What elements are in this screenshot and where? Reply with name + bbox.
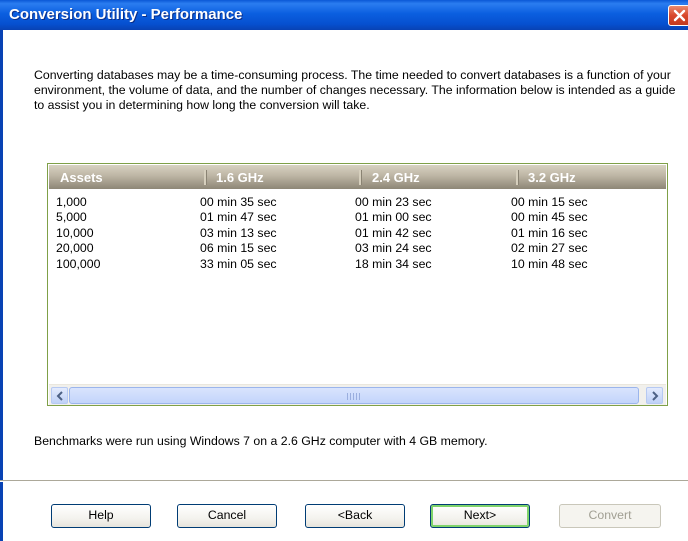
list-header: Assets 1.6 GHz 2.4 GHz 3.2 GHz <box>49 165 666 189</box>
cell-assets: 5,000 <box>56 210 87 225</box>
cell-2-4ghz: 03 min 24 sec <box>355 241 432 256</box>
back-button[interactable]: <Back <box>305 504 405 528</box>
cell-1-6ghz: 03 min 13 sec <box>200 225 277 240</box>
horizontal-scrollbar[interactable] <box>49 384 666 405</box>
cell-3-2ghz: 00 min 15 sec <box>511 195 588 209</box>
cell-1-6ghz: 06 min 15 sec <box>200 241 277 256</box>
window-frame-edge <box>0 30 3 541</box>
close-icon <box>673 9 686 22</box>
intro-text: Converting databases may be a time-consu… <box>34 68 676 112</box>
benchmark-note: Benchmarks were run using Windows 7 on a… <box>34 434 488 448</box>
cell-1-6ghz: 01 min 47 sec <box>200 210 277 225</box>
cell-3-2ghz: 01 min 16 sec <box>511 225 588 240</box>
chevron-right-icon <box>652 391 659 401</box>
table-row[interactable]: 5,000 01 min 47 sec 01 min 00 sec 00 min… <box>48 210 667 225</box>
close-button[interactable] <box>668 5 688 26</box>
cell-2-4ghz: 18 min 34 sec <box>355 256 432 271</box>
convert-button[interactable]: Convert <box>559 504 661 528</box>
cell-2-4ghz: 00 min 23 sec <box>355 195 432 209</box>
column-separator[interactable] <box>359 170 362 185</box>
table-row[interactable]: 1,000 00 min 35 sec 00 min 23 sec 00 min… <box>48 195 667 210</box>
window-title: Conversion Utility - Performance <box>9 6 243 23</box>
cell-2-4ghz: 01 min 42 sec <box>355 225 432 240</box>
conversion-utility-window: Conversion Utility - Performance Convert… <box>0 0 688 541</box>
cell-assets: 20,000 <box>56 241 94 256</box>
scrollbar-thumb[interactable] <box>69 387 639 404</box>
column-separator[interactable] <box>516 170 519 185</box>
table-row[interactable]: 20,000 06 min 15 sec 03 min 24 sec 02 mi… <box>48 241 667 256</box>
column-separator[interactable] <box>204 170 207 185</box>
column-header-2-4ghz[interactable]: 2.4 GHz <box>372 170 420 185</box>
cell-assets: 1,000 <box>56 195 87 209</box>
table-row[interactable]: 100,000 33 min 05 sec 18 min 34 sec 10 m… <box>48 257 667 272</box>
cell-assets: 10,000 <box>56 225 94 240</box>
cell-3-2ghz: 10 min 48 sec <box>511 256 588 271</box>
column-header-3-2ghz[interactable]: 3.2 GHz <box>528 170 576 185</box>
table-row[interactable]: 10,000 03 min 13 sec 01 min 42 sec 01 mi… <box>48 226 667 241</box>
cell-1-6ghz: 00 min 35 sec <box>200 195 277 209</box>
scroll-right-button[interactable] <box>646 387 663 404</box>
next-button[interactable]: Next> <box>430 504 530 528</box>
chevron-left-icon <box>56 391 63 401</box>
cell-1-6ghz: 33 min 05 sec <box>200 256 277 271</box>
column-header-1-6ghz[interactable]: 1.6 GHz <box>216 170 264 185</box>
cell-3-2ghz: 00 min 45 sec <box>511 210 588 225</box>
cell-assets: 100,000 <box>56 256 101 271</box>
cancel-button[interactable]: Cancel <box>177 504 277 528</box>
scrollbar-grip-icon <box>347 393 361 400</box>
scroll-left-button[interactable] <box>51 387 68 404</box>
column-header-assets[interactable]: Assets <box>60 170 103 185</box>
help-button[interactable]: Help <box>51 504 151 528</box>
title-bar[interactable]: Conversion Utility - Performance <box>0 0 688 30</box>
list-rows: 1,000 00 min 35 sec 00 min 23 sec 00 min… <box>48 195 667 272</box>
cell-2-4ghz: 01 min 00 sec <box>355 210 432 225</box>
cell-3-2ghz: 02 min 27 sec <box>511 241 588 256</box>
performance-list[interactable]: Assets 1.6 GHz 2.4 GHz 3.2 GHz 1,000 00 … <box>47 163 668 406</box>
button-divider <box>0 480 688 482</box>
